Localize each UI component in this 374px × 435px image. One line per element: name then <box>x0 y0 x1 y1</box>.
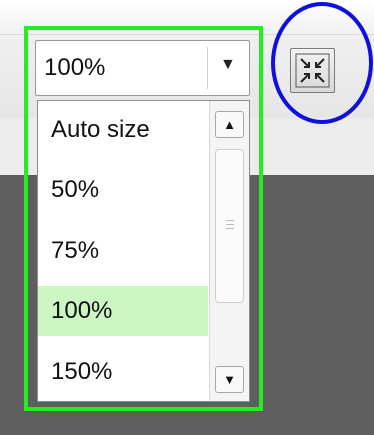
annotation-highlight-box <box>24 26 263 411</box>
annotation-circle <box>271 2 373 124</box>
